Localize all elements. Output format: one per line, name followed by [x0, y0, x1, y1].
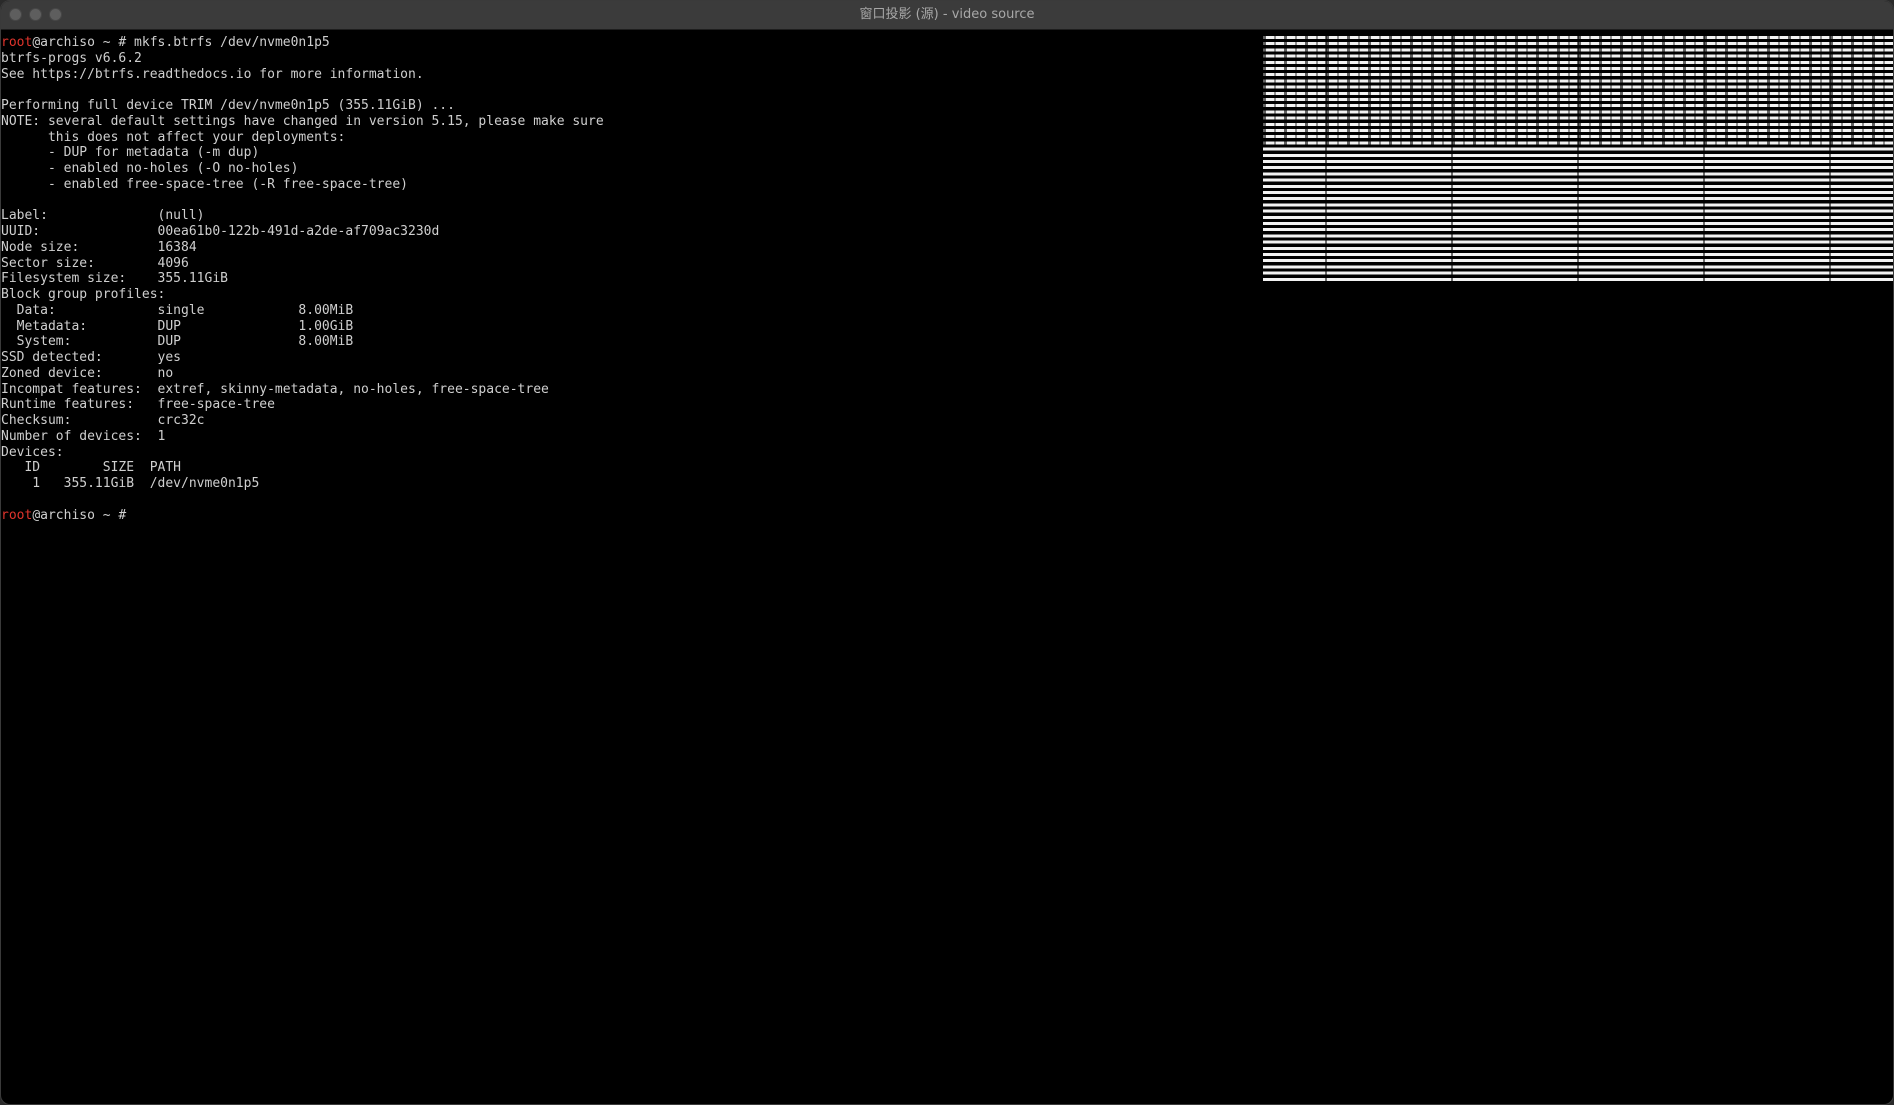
output-line: Number of devices: 1 [1, 428, 166, 444]
output-line: - enabled no-holes (-O no-holes) [1, 161, 299, 176]
output-line: btrfs-progs v6.6.2 [1, 50, 142, 66]
output-line: this does not affect your deployments: [1, 129, 346, 145]
output-lines: btrfs-progs v6.6.2 See https://btrfs.read… [1, 51, 1891, 508]
output-line: Zoned device: no [1, 365, 174, 381]
output-line: - enabled free-space-tree (-R free-space… [1, 176, 408, 192]
output-line: Label: (null) [1, 208, 205, 224]
output-line: NOTE: several default settings have chan… [1, 113, 604, 129]
output-line: Node size: 16384 [1, 239, 197, 255]
output-line: Incompat features: extref, skinny-metada… [1, 381, 549, 397]
output-line: Performing full device TRIM /dev/nvme0n1… [1, 98, 455, 113]
output-line: Sector size: 4096 [1, 255, 189, 271]
output-line: 1 355.11GiB /dev/nvme0n1p5 [1, 476, 260, 491]
output-line: See https://btrfs.readthedocs.io for mor… [1, 66, 424, 82]
window-title: 窗口投影 (源) - video source [859, 7, 1035, 22]
output-line: Checksum: crc32c [1, 413, 205, 428]
prompt-user: root [1, 507, 33, 523]
output-line: Block group profiles: [1, 287, 166, 302]
title-bar[interactable]: 窗口投影 (源) - video source [1, 1, 1893, 30]
output-line: SSD detected: yes [1, 350, 182, 365]
prompt-command: @archiso ~ # mkfs.btrfs /dev/nvme0n1p5 [32, 35, 330, 50]
command-line: root@archiso ~ # mkfs.btrfs /dev/nvme0n1… [1, 35, 1891, 51]
final-prompt-line[interactable]: root@archiso ~ # [1, 508, 1891, 524]
output-line: Runtime features: free-space-tree [1, 397, 275, 413]
output-line: - DUP for metadata (-m dup) [1, 145, 260, 161]
output-line: Devices: [1, 444, 64, 460]
output-line: ID SIZE PATH [1, 460, 182, 476]
terminal-output[interactable]: root@archiso ~ # mkfs.btrfs /dev/nvme0n1… [1, 35, 1891, 523]
output-line: UUID: 00ea61b0-122b-491d-a2de-af709ac323… [1, 224, 440, 239]
prompt-user: root [1, 35, 33, 50]
prompt-text: @archiso ~ # [32, 507, 135, 523]
output-line: Metadata: DUP 1.00GiB [1, 318, 354, 334]
terminal-window: 窗口投影 (源) - video source root@archiso ~ #… [0, 0, 1894, 1105]
output-line: Filesystem size: 355.11GiB [1, 271, 228, 287]
output-line: System: DUP 8.00MiB [1, 334, 354, 350]
output-line: Data: single 8.00MiB [1, 302, 354, 318]
